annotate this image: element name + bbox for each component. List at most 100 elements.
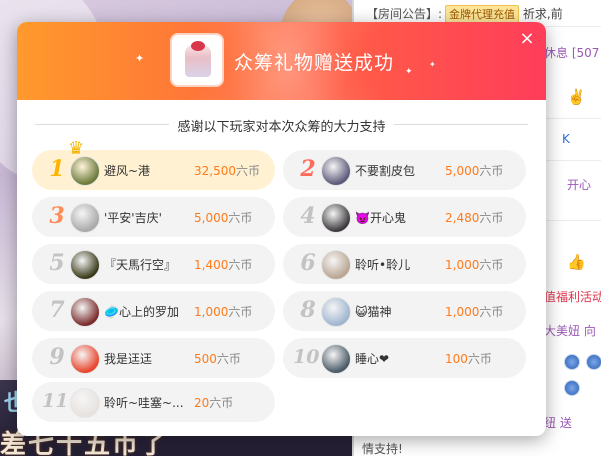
sparkle-icon: ✦	[135, 52, 145, 65]
crowdfund-success-dialog: ✦ ✦ ✦ 众筹礼物赠送成功 × 感谢以下玩家对本次众筹的大力支持 1 ♛ 避风~港…	[17, 22, 546, 436]
contributor-name[interactable]: 不要割皮包	[355, 162, 415, 179]
contributor-name[interactable]: 👿开心鬼	[355, 209, 406, 226]
contribution-amount: 32,500六币	[194, 162, 260, 179]
chat-message: 休息 [507	[544, 46, 600, 60]
contributor-name[interactable]: 睡心❤	[355, 350, 389, 367]
contributor-name[interactable]: 😺猫神	[355, 303, 392, 320]
amount-unit: 六币	[467, 352, 492, 366]
user-avatar[interactable]	[70, 344, 100, 374]
contribution-amount: 500六币	[194, 350, 241, 367]
gift-image	[170, 33, 224, 87]
room-notice: 【房间公告】: 金牌代理充值 祈求,前	[366, 5, 563, 23]
amount-unit: 六币	[479, 258, 504, 272]
chat-message: 值福利活动	[544, 290, 601, 304]
thumbs-up-icon: 👍	[567, 253, 586, 271]
amount-unit: 六币	[236, 164, 261, 178]
rank-number: 10	[293, 346, 320, 368]
amount-unit: 六币	[209, 396, 234, 410]
user-avatar[interactable]	[321, 250, 351, 280]
contributor-row: 5 『天馬行空』 1,400六币	[32, 244, 275, 284]
contribution-amount: 1,000六币	[445, 256, 503, 273]
amount-value: 100	[445, 352, 468, 366]
contribution-amount: 5,000六币	[194, 209, 252, 226]
user-avatar[interactable]	[321, 156, 351, 186]
rank-number: 7	[49, 297, 65, 323]
user-avatar[interactable]	[70, 156, 100, 186]
contributor-row: 9 我是迋迋 500六币	[32, 338, 275, 378]
contributor-name[interactable]: 避风~港	[104, 162, 150, 179]
amount-unit: 六币	[228, 211, 253, 225]
amount-unit: 六币	[479, 211, 504, 225]
gift-icon	[564, 380, 580, 396]
rank-number: 8	[300, 297, 316, 323]
rank-number: 2	[300, 156, 316, 182]
victory-hand-icon: ✌️	[567, 88, 586, 106]
amount-value: 32,500	[194, 164, 236, 178]
chat-message: 情支持!	[362, 442, 403, 456]
thanks-heading: 感谢以下玩家对本次众筹的大力支持	[35, 115, 528, 135]
contributor-row: 4 👿开心鬼 2,480六币	[283, 197, 526, 237]
rank-number: 3	[49, 203, 65, 229]
amount-value: 1,000	[445, 305, 480, 319]
contribution-amount: 1,000六币	[445, 303, 503, 320]
contribution-amount: 2,480六币	[445, 209, 503, 226]
rank-number: 6	[300, 250, 316, 276]
contribution-amount: 5,000六币	[445, 162, 503, 179]
user-avatar[interactable]	[70, 250, 100, 280]
contribution-amount: 20六币	[194, 394, 233, 411]
contributor-name[interactable]: '平安'吉庆'	[104, 209, 162, 226]
chat-message: 纽 送	[544, 416, 572, 430]
recharge-agent-badge[interactable]: 金牌代理充值	[445, 5, 520, 23]
amount-unit: 六币	[216, 352, 241, 366]
thanks-text: 感谢以下玩家对本次众筹的大力支持	[169, 120, 394, 135]
contributor-row: 2 不要割皮包 5,000六币	[283, 150, 526, 190]
contributor-name[interactable]: 聆听•聆儿	[355, 256, 410, 273]
contributor-name[interactable]: 我是迋迋	[104, 350, 152, 367]
amount-value: 1,000	[445, 258, 480, 272]
amount-value: 1,000	[194, 305, 229, 319]
amount-value: 500	[194, 352, 217, 366]
contributor-row: 6 聆听•聆儿 1,000六币	[283, 244, 526, 284]
user-avatar[interactable]	[70, 297, 100, 327]
user-avatar[interactable]	[70, 388, 100, 418]
contributor-row: 3 '平安'吉庆' 5,000六币	[32, 197, 275, 237]
user-avatar[interactable]	[321, 297, 351, 327]
rose-icon	[191, 41, 205, 51]
chat-message: 大美妞 向	[544, 324, 596, 338]
close-button[interactable]: ×	[518, 30, 536, 48]
amount-value: 5,000	[445, 164, 480, 178]
sparkle-icon: ✦	[429, 60, 436, 69]
gift-icon	[586, 354, 601, 370]
contributor-name[interactable]: 🥏心上的罗加	[104, 303, 179, 320]
contribution-amount: 1,000六币	[194, 303, 252, 320]
amount-value: 20	[194, 396, 210, 410]
dialog-header: ✦ ✦ ✦ 众筹礼物赠送成功 ×	[17, 22, 546, 100]
rank-number: 4	[300, 203, 316, 229]
room-notice-label: 【房间公告】:	[366, 7, 443, 21]
crown-icon: ♛	[68, 138, 85, 159]
amount-unit: 六币	[479, 164, 504, 178]
user-avatar[interactable]	[70, 203, 100, 233]
rank-number: 11	[42, 390, 69, 412]
contributor-name[interactable]: 『天馬行空』	[104, 256, 176, 273]
amount-unit: 六币	[479, 305, 504, 319]
contribution-amount: 1,400六币	[194, 256, 252, 273]
user-avatar[interactable]	[321, 344, 351, 374]
contributor-row: 7 🥏心上的罗加 1,000六币	[32, 291, 275, 331]
user-avatar[interactable]	[321, 203, 351, 233]
rank-number: 9	[49, 344, 65, 370]
amount-value: 1,400	[194, 258, 229, 272]
contributor-name[interactable]: 聆听~哇塞~...	[104, 394, 184, 411]
rank-number: 1	[49, 156, 65, 182]
dialog-title: 众筹礼物赠送成功	[234, 52, 395, 74]
contributor-row: 11 聆听~哇塞~... 20六币	[32, 382, 275, 422]
chat-message: 开心	[567, 178, 592, 192]
contributor-row: 8 😺猫神 1,000六币	[283, 291, 526, 331]
contributor-row: 10 睡心❤ 100六币	[283, 338, 526, 378]
gift-icon	[564, 354, 580, 370]
rank-number: 5	[49, 250, 65, 276]
amount-unit: 六币	[228, 305, 253, 319]
amount-unit: 六币	[228, 258, 253, 272]
sparkle-icon: ✦	[405, 67, 413, 77]
level-badge-icon: K	[562, 132, 570, 146]
